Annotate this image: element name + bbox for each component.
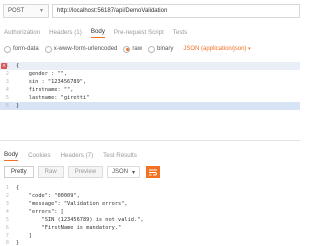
response-tabs: Body Cookies Headers (7) Test Results	[0, 147, 300, 161]
code-line: 5 lastname: "giretti"	[5, 95, 90, 101]
request-body-editor[interactable]: × 1 { 2 gender : "", 3 sin : "123456789"…	[0, 60, 300, 136]
preview-button[interactable]: Preview	[67, 166, 104, 178]
option-urlencoded[interactable]: x-www-form-urlencoded	[44, 45, 117, 53]
option-binary[interactable]: binary	[148, 45, 173, 53]
tab-tests[interactable]: Tests	[173, 29, 187, 38]
tab-response-body[interactable]: Body	[4, 151, 19, 161]
format-select[interactable]: JSON ▾	[107, 166, 141, 178]
radio-icon[interactable]	[148, 45, 156, 53]
url-text: http://localhost:56187/api/DemoValidatio…	[57, 8, 168, 14]
code-line: 3 sin : "123456789",	[5, 79, 87, 85]
code-line: × 1 {	[0, 62, 300, 70]
tab-response-headers[interactable]: Headers (7)	[60, 152, 93, 161]
content-type-select[interactable]: JSON (application/json) ▾	[183, 46, 250, 52]
tab-body[interactable]: Body	[90, 28, 105, 38]
code-line: 4 firstname: "",	[5, 87, 74, 93]
response-toolbar: Pretty Raw Preview JSON ▾	[0, 165, 300, 179]
raw-button[interactable]: Raw	[37, 166, 64, 178]
chevron-down-icon: ▼	[39, 8, 44, 14]
chevron-down-icon: ▾	[132, 169, 136, 176]
tab-authorization[interactable]: Authorization	[4, 29, 40, 38]
method-label: POST	[8, 8, 25, 14]
wrap-lines-icon	[149, 169, 158, 175]
body-type-options: form-data x-www-form-urlencoded raw bina…	[0, 42, 300, 56]
code-line: 5 "SIN (123456789) is not valid.",	[5, 217, 144, 223]
code-line: 3 "message": "Validation errors",	[5, 201, 128, 207]
request-tabs: Authorization Headers (1) Body Pre-reque…	[0, 24, 300, 38]
wrap-lines-button[interactable]	[146, 166, 161, 178]
method-select[interactable]: POST ▼	[3, 4, 49, 18]
error-icon: ×	[1, 63, 7, 69]
tab-cookies[interactable]: Cookies	[28, 152, 50, 161]
code-line: 2 gender : "",	[5, 71, 68, 77]
option-raw[interactable]: raw	[123, 45, 142, 53]
headers-count: (1)	[74, 29, 82, 36]
code-line: 1 {	[5, 185, 20, 191]
option-form-data[interactable]: form-data	[4, 45, 39, 53]
url-input[interactable]: http://localhost:56187/api/DemoValidatio…	[52, 4, 300, 18]
tab-test-results[interactable]: Test Results	[103, 152, 137, 161]
radio-icon[interactable]	[44, 45, 52, 53]
code-line: 6 }	[0, 102, 300, 110]
tab-headers[interactable]: Headers (1)	[49, 29, 82, 38]
code-line: 6 "FirstName is mandatory."	[5, 225, 122, 231]
radio-selected-icon[interactable]	[123, 45, 131, 53]
chevron-down-icon: ▾	[248, 46, 251, 52]
headers-count: (7)	[85, 152, 94, 159]
code-line: 4 "errors": [	[5, 209, 64, 215]
code-line: 8 }	[5, 240, 20, 246]
response-body-viewer[interactable]: 1 { 2 "code": "00009", 3 "message": "Val…	[0, 182, 300, 246]
radio-icon[interactable]	[4, 45, 11, 53]
pretty-button[interactable]: Pretty	[4, 166, 34, 178]
tab-pre-request-script[interactable]: Pre-request Script	[114, 29, 164, 38]
code-line: 2 "code": "00009",	[5, 193, 80, 199]
request-url-bar: POST ▼ http://localhost:56187/api/DemoVa…	[0, 0, 300, 22]
divider	[0, 140, 300, 141]
